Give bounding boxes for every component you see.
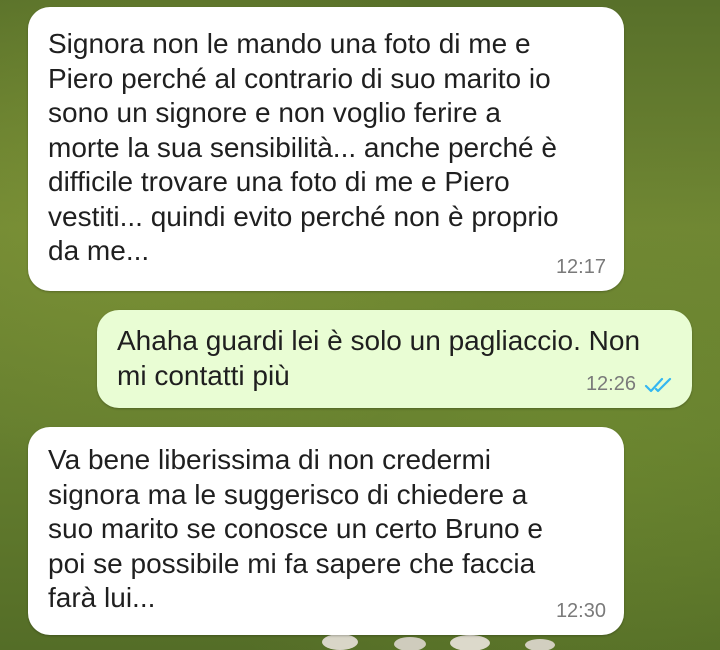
- message-timestamp: 12:26: [585, 373, 636, 395]
- message-timestamp: 12:30: [555, 600, 606, 622]
- message-timestamp: 12:17: [555, 256, 606, 278]
- message-bubble-outgoing[interactable]: Ahaha guardi lei è solo un pagliaccio. N…: [97, 310, 692, 408]
- message-text: Signora non le mando una foto di me e Pi…: [48, 28, 559, 266]
- double-check-read-icon: [644, 377, 672, 392]
- message-text: Va bene liberissima di non credermi sign…: [48, 444, 543, 613]
- message-bubble-incoming[interactable]: Signora non le mando una foto di me e Pi…: [28, 7, 624, 291]
- message-meta: 12:26: [586, 373, 674, 396]
- message-meta: 12:30: [556, 600, 606, 623]
- message-bubble-incoming[interactable]: Va bene liberissima di non credermi sign…: [28, 427, 624, 635]
- message-meta: 12:17: [556, 256, 606, 279]
